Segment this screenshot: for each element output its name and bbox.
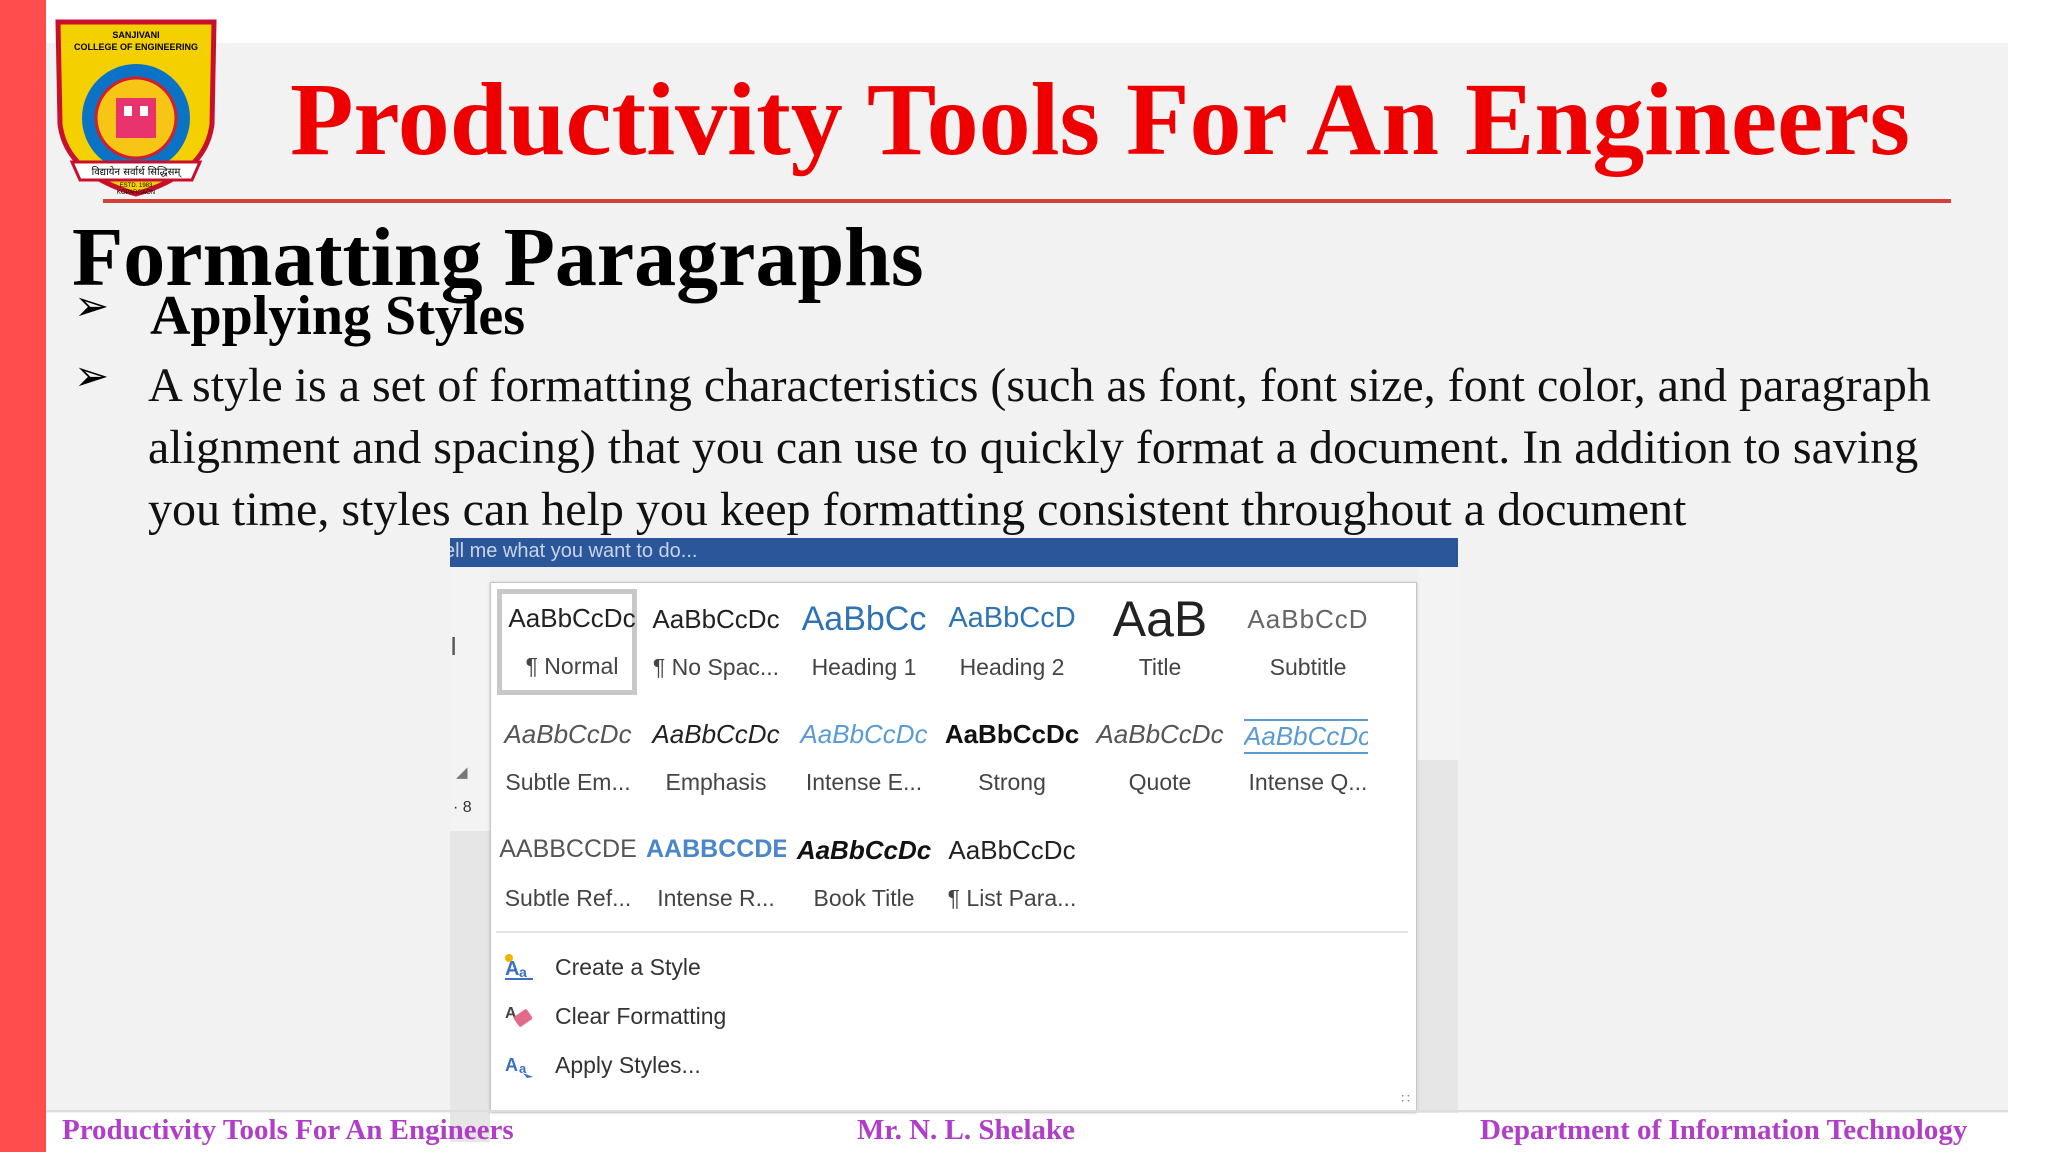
style-sample: AaBbCcDc	[1244, 719, 1368, 754]
style-sample: AaBbCcDc	[796, 835, 932, 865]
bullet-arrow-icon: ➢	[74, 354, 110, 400]
accent-bar	[0, 0, 46, 1152]
style-sample: AaBbCcDc	[948, 835, 1076, 865]
slide-title: Productivity Tools For An Engineers	[290, 62, 1910, 177]
style-subtitle[interactable]: AaBbCcD Subtitle	[1237, 589, 1377, 695]
apply-styles-icon: Aa	[503, 1051, 537, 1079]
style-subtle-reference[interactable]: AABBCCDE Subtle Ref...	[497, 820, 637, 926]
style-label: Emphasis	[665, 769, 767, 795]
style-label: ¶ No Spac...	[652, 654, 780, 680]
style-sample: AaBbCcDc	[1096, 719, 1224, 749]
footer-department: Department of Information Technology	[1480, 1114, 1968, 1146]
style-sample: AaBbCcD	[948, 602, 1076, 634]
ribbon-left-strip: I ◢ · 8	[450, 567, 490, 1142]
logo-text-college: COLLEGE OF ENGINEERING	[74, 42, 198, 52]
svg-text:A: A	[505, 1055, 518, 1075]
apply-styles-label: Apply Styles...	[555, 1052, 701, 1078]
clear-formatting-menu-item[interactable]: A Clear Formatting	[499, 996, 899, 1036]
document-area	[450, 831, 490, 1142]
style-strong[interactable]: AaBbCcDc Strong	[941, 704, 1081, 810]
style-sample: AaBbCcDc	[508, 603, 636, 633]
style-label: ¶ List Para...	[947, 885, 1077, 911]
style-label: Book Title	[813, 885, 915, 911]
footer-author: Mr. N. L. Shelake	[857, 1114, 1076, 1146]
clear-formatting-label: Clear Formatting	[555, 1003, 727, 1029]
tell-me-search[interactable]: ell me what you want to do...	[450, 538, 1458, 567]
style-label: ¶ Normal	[525, 653, 619, 679]
create-style-label: Create a Style	[555, 954, 701, 980]
text-cursor-icon: I	[450, 631, 458, 661]
style-label: Heading 1	[811, 654, 917, 680]
create-style-menu-item[interactable]: Aa Create a Style	[499, 947, 899, 987]
style-sample: AaBbCcDc	[504, 719, 632, 749]
title-divider	[103, 199, 1951, 203]
create-style-icon: Aa	[503, 953, 537, 981]
style-intense-reference[interactable]: AABBCCDE Intense R...	[645, 820, 786, 926]
style-intense-quote[interactable]: AaBbCcDc Intense Q...	[1237, 704, 1377, 810]
menu-divider	[496, 931, 1408, 933]
style-sample: AaBbCcDc	[652, 719, 780, 749]
style-sample: AaBbCcDc	[944, 719, 1080, 749]
bullet-applying-styles: Applying Styles	[150, 285, 525, 347]
style-heading-1[interactable]: AaBbCc Heading 1	[793, 589, 933, 695]
style-sample: AaB	[1112, 591, 1208, 647]
college-logo: SANJIVANI COLLEGE OF ENGINEERING विद्याय…	[55, 19, 217, 197]
logo-estd-text: ESTD. 1983	[120, 183, 153, 189]
logo-place-text: KOPARGAON	[117, 190, 155, 196]
logo-text-top: SANJIVANI	[112, 30, 159, 40]
footer-course-title: Productivity Tools For An Engineers	[62, 1114, 514, 1146]
style-title[interactable]: AaB Title	[1089, 589, 1229, 695]
clear-formatting-icon: A	[503, 1002, 537, 1030]
style-normal[interactable]: AaBbCcDc ¶ Normal	[497, 589, 637, 695]
style-heading-2[interactable]: AaBbCcD Heading 2	[941, 589, 1081, 695]
style-label: Intense R...	[657, 885, 775, 911]
word-styles-screenshot: I ◢ · 8 ell me what you want to do... Aa…	[450, 538, 1458, 1142]
tell-me-placeholder: ell me what you want to do...	[450, 540, 698, 562]
style-sample: AaBbCcDc	[652, 604, 780, 634]
style-book-title[interactable]: AaBbCcDc Book Title	[793, 820, 933, 926]
style-label: Subtitle	[1269, 654, 1347, 680]
style-sample: AABBCCDE	[646, 835, 786, 863]
styles-gallery-panel: AaBbCcDc ¶ Normal AaBbCcDc ¶ No Spac... …	[490, 582, 1417, 1112]
ruler-mark: · 8	[453, 799, 472, 816]
style-quote[interactable]: AaBbCcDc Quote	[1089, 704, 1229, 810]
apply-styles-menu-item[interactable]: Aa Apply Styles...	[499, 1045, 899, 1085]
slide: SANJIVANI COLLEGE OF ENGINEERING विद्याय…	[0, 0, 2048, 1152]
logo-banner-text: विद्यायेन सर्वार्थ सिद्धिसम्	[92, 166, 183, 178]
resize-grip-icon[interactable]: ∷	[1401, 1090, 1410, 1107]
style-subtle-emphasis[interactable]: AaBbCcDc Subtle Em...	[497, 704, 637, 810]
style-emphasis[interactable]: AaBbCcDc Emphasis	[645, 704, 785, 810]
svg-text:a: a	[519, 1061, 527, 1076]
style-label: Subtle Ref...	[504, 885, 632, 911]
dialog-launcher-icon[interactable]: ◢	[456, 763, 468, 782]
style-sample: AaBbCc	[801, 600, 927, 638]
style-label: Heading 2	[959, 654, 1065, 680]
style-label: Quote	[1128, 769, 1192, 795]
svg-text:a: a	[519, 964, 527, 980]
style-intense-emphasis[interactable]: AaBbCcDc Intense E...	[793, 704, 933, 810]
document-area-right	[1418, 760, 1458, 1113]
bullet-style-description: A style is a set of formatting character…	[148, 359, 1931, 536]
style-sample: AaBbCcDc	[800, 719, 928, 749]
style-label: Title	[1138, 654, 1182, 680]
style-label: Strong	[978, 769, 1046, 795]
style-label: Intense Q...	[1248, 769, 1368, 795]
style-label: Subtle Em...	[505, 769, 631, 795]
style-no-spacing[interactable]: AaBbCcDc ¶ No Spac...	[645, 589, 785, 695]
style-sample: AaBbCcD	[1247, 604, 1369, 634]
style-sample: AABBCCDE	[499, 835, 637, 863]
style-label: Intense E...	[805, 769, 923, 795]
style-list-paragraph[interactable]: AaBbCcDc ¶ List Para...	[941, 820, 1081, 926]
bullet-arrow-icon: ➢	[74, 284, 110, 330]
